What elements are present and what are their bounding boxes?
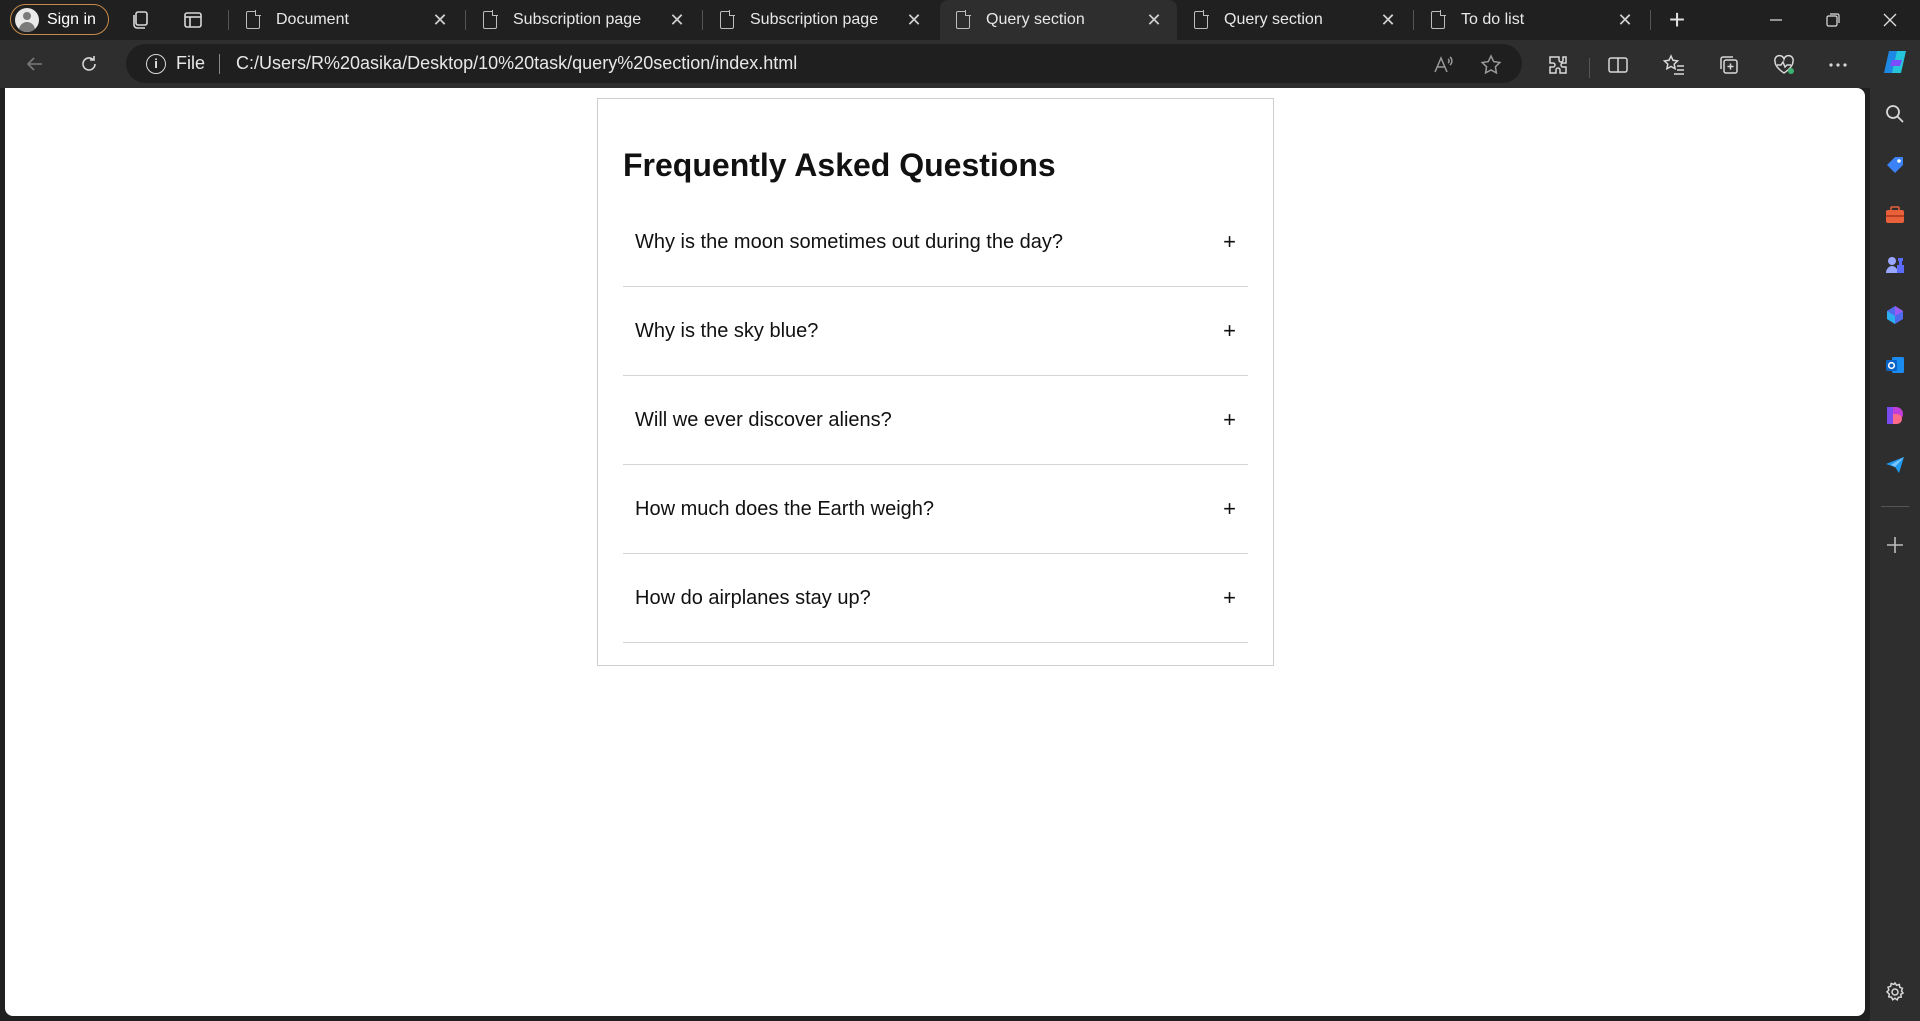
tab-separator: [1650, 10, 1651, 30]
edge-sidebar: [1870, 40, 1920, 1021]
tab-label: Subscription page: [513, 11, 642, 28]
faq-item[interactable]: Will we ever discover aliens? +: [623, 376, 1248, 465]
tab-label: Query section: [1224, 11, 1323, 28]
browser-essentials-icon[interactable]: [1768, 49, 1800, 81]
faq-item[interactable]: How do airplanes stay up? +: [623, 554, 1248, 643]
extensions-icon[interactable]: [1542, 49, 1574, 81]
address-bar[interactable]: i File C:/Users/R%20asika/Desktop/10%20t…: [126, 44, 1522, 83]
vertical-tabs-icon[interactable]: [179, 6, 207, 34]
tab-query-section[interactable]: Query section ✕: [1178, 0, 1411, 40]
faq-question: Why is the sky blue?: [635, 319, 819, 342]
close-tab-icon[interactable]: ✕: [431, 10, 449, 30]
close-tab-icon[interactable]: ✕: [1616, 10, 1634, 30]
page-icon: [720, 10, 735, 29]
tab-to-do-list[interactable]: To do list ✕: [1415, 0, 1648, 40]
collections-icon[interactable]: [1713, 49, 1745, 81]
close-tab-icon[interactable]: ✕: [905, 10, 923, 30]
close-window-icon[interactable]: [1862, 0, 1918, 40]
faq-item[interactable]: Why is the moon sometimes out during the…: [623, 198, 1248, 287]
address-divider: [219, 53, 221, 74]
send-icon[interactable]: [1880, 450, 1910, 480]
read-aloud-icon[interactable]: [1428, 50, 1458, 80]
faq-question: Why is the moon sometimes out during the…: [635, 230, 1063, 253]
copilot-icon[interactable]: [1880, 47, 1910, 77]
outlook-icon[interactable]: [1880, 350, 1910, 380]
faq-item[interactable]: Why is the sky blue? +: [623, 287, 1248, 376]
minimize-window-icon[interactable]: [1748, 0, 1804, 40]
microsoft-365-icon[interactable]: [1880, 300, 1910, 330]
add-sidebar-app-icon[interactable]: [1880, 530, 1910, 560]
expand-plus-icon[interactable]: +: [1223, 407, 1236, 433]
page-icon: [1194, 10, 1209, 29]
tab-label: Document: [276, 11, 349, 28]
tab-separator: [702, 10, 703, 30]
scheme-label: File: [176, 53, 206, 73]
browser-toolbar: i File C:/Users/R%20asika/Desktop/10%20t…: [0, 40, 1870, 88]
url-text[interactable]: C:/Users/R%20asika/Desktop/10%20task/que…: [236, 53, 797, 74]
faq-question: How do airplanes stay up?: [635, 586, 871, 609]
close-tab-icon[interactable]: ✕: [1145, 10, 1163, 30]
shopping-tag-icon[interactable]: [1880, 150, 1910, 180]
faq-question: Will we ever discover aliens?: [635, 408, 892, 431]
site-info-icon[interactable]: i: [146, 53, 166, 74]
tab-query-section-active[interactable]: Query section ✕: [940, 0, 1177, 40]
sidebar-separator: [1881, 506, 1909, 507]
favorite-star-icon[interactable]: [1476, 50, 1506, 80]
page-icon: [246, 10, 261, 29]
faq-card: Frequently Asked Questions Why is the mo…: [597, 98, 1274, 666]
settings-gear-icon[interactable]: [1880, 977, 1910, 1007]
tab-separator: [1413, 10, 1414, 30]
tab-label: To do list: [1461, 11, 1525, 28]
tab-document[interactable]: Document ✕: [230, 0, 463, 40]
tools-briefcase-icon[interactable]: [1880, 200, 1910, 230]
tab-separator: [228, 10, 229, 30]
close-tab-icon[interactable]: ✕: [1379, 10, 1397, 30]
games-icon[interactable]: [1880, 250, 1910, 280]
favorites-icon[interactable]: [1658, 49, 1690, 81]
tab-strip: Sign in Document ✕ Subscription page ✕ S…: [0, 0, 1920, 40]
expand-plus-icon[interactable]: +: [1223, 496, 1236, 522]
tab-separator: [465, 10, 466, 30]
tab-label: Subscription page: [750, 11, 879, 28]
new-tab-button[interactable]: +: [1663, 4, 1691, 35]
sign-in-button[interactable]: Sign in: [10, 4, 109, 35]
split-screen-icon[interactable]: [1602, 49, 1634, 81]
faq-question: How much does the Earth weigh?: [635, 497, 935, 520]
back-arrow-icon[interactable]: [19, 48, 51, 80]
profile-avatar-icon: [15, 7, 39, 32]
page-icon: [483, 10, 498, 29]
faq-item[interactable]: How much does the Earth weigh? +: [623, 465, 1248, 554]
expand-plus-icon[interactable]: +: [1223, 229, 1236, 255]
tab-subscription-page-2[interactable]: Subscription page ✕: [704, 0, 937, 40]
faq-title: Frequently Asked Questions: [623, 147, 1056, 183]
close-tab-icon[interactable]: ✕: [668, 10, 686, 30]
tab-subscription-page-1[interactable]: Subscription page ✕: [467, 0, 700, 40]
expand-plus-icon[interactable]: +: [1223, 585, 1236, 611]
page-icon: [956, 10, 971, 29]
workspaces-icon[interactable]: [126, 6, 154, 34]
page-icon: [1431, 10, 1446, 29]
sign-in-label: Sign in: [47, 10, 96, 28]
toolbar-separator: [1589, 58, 1590, 78]
tab-label: Query section: [986, 11, 1085, 28]
search-icon[interactable]: [1880, 99, 1910, 129]
expand-plus-icon[interactable]: +: [1223, 318, 1236, 344]
page-viewport: Frequently Asked Questions Why is the mo…: [5, 88, 1865, 1016]
more-options-icon[interactable]: [1822, 49, 1854, 81]
designer-icon[interactable]: [1880, 400, 1910, 430]
restore-window-icon[interactable]: [1805, 0, 1861, 40]
refresh-icon[interactable]: [73, 48, 105, 80]
